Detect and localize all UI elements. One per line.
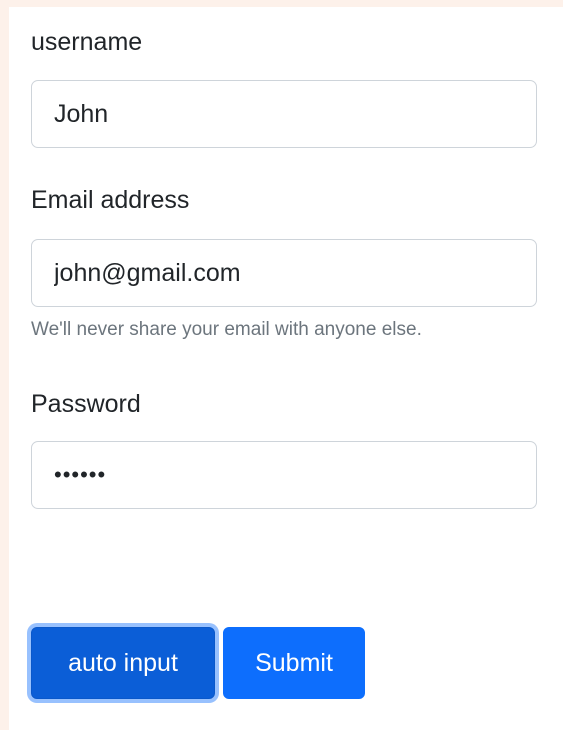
username-input[interactable] bbox=[31, 80, 537, 148]
password-input[interactable] bbox=[31, 441, 537, 509]
email-help-text: We'll never share your email with anyone… bbox=[31, 319, 422, 340]
password-label: Password bbox=[31, 390, 141, 418]
auto-input-button[interactable]: auto input bbox=[31, 627, 215, 699]
email-label: Email address bbox=[31, 186, 190, 214]
username-label: username bbox=[31, 28, 143, 56]
email-input[interactable] bbox=[31, 239, 537, 307]
submit-button[interactable]: Submit bbox=[223, 627, 365, 699]
